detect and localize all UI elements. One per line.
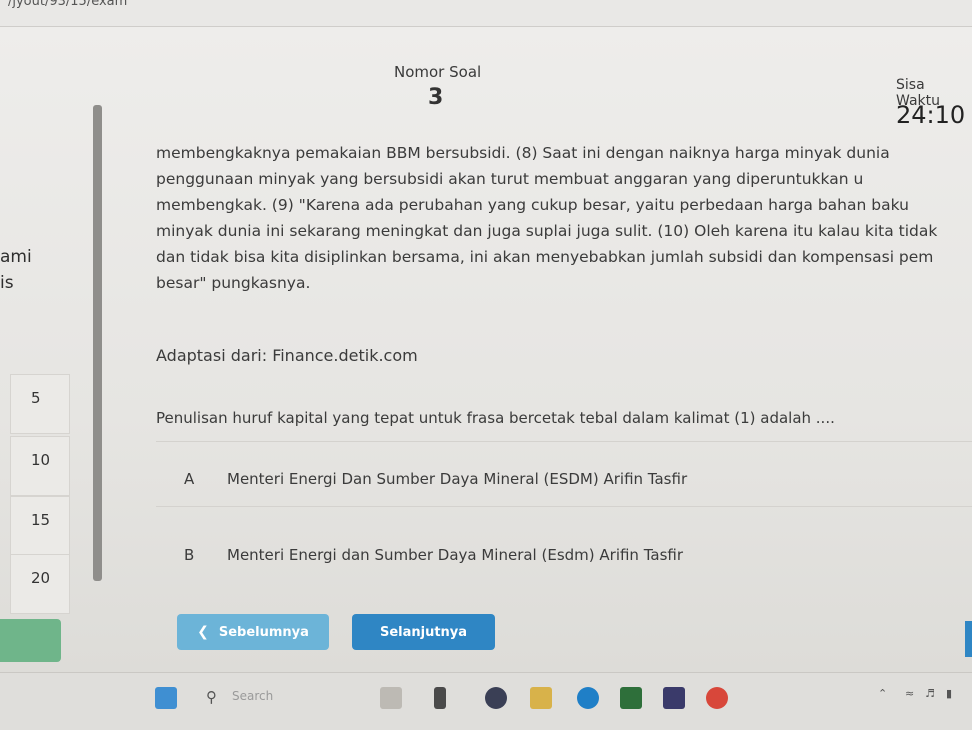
question-nav-number: 20 (31, 569, 51, 587)
divider (156, 441, 972, 442)
previous-button[interactable]: ❮ Sebelumnya (177, 614, 329, 650)
battery-icon[interactable]: ▮ (946, 687, 952, 700)
question-nav-number: 10 (31, 451, 51, 469)
passage-line: dan tidak bisa kita disiplinkan bersama,… (156, 248, 934, 266)
chevron-left-icon: ❮ (197, 624, 209, 640)
wifi-icon[interactable]: ≈ (905, 687, 914, 700)
taskbar-search-input[interactable]: Search (232, 689, 273, 703)
store-icon[interactable] (620, 687, 642, 709)
left-panel-cut-text: ami (0, 247, 32, 267)
start-menu-icon[interactable] (155, 687, 177, 709)
browser-address-bar[interactable]: /jyout/93/15/exam (0, 0, 972, 27)
question-number-label: Nomor Soal (394, 63, 482, 81)
time-remaining-value: 24:10 (896, 101, 966, 129)
exam-page: Nomor Soal 3 Sisa Waktu 24:10 membengkak… (0, 27, 972, 672)
question-nav-item-15[interactable]: 15 (10, 496, 70, 556)
reading-passage: membengkaknya pemakaian BBM bersubsidi. … (156, 140, 972, 296)
right-edge-button[interactable] (965, 621, 972, 657)
question-nav-item-10[interactable]: 10 (10, 436, 70, 496)
tray-chevron-icon[interactable]: ⌃ (878, 687, 887, 700)
chrome-icon[interactable] (706, 687, 728, 709)
option-letter: A (184, 470, 195, 488)
previous-button-label: Sebelumnya (218, 624, 309, 640)
edge-browser-icon[interactable] (577, 687, 599, 709)
left-panel-cut-text: is (0, 273, 14, 293)
app-icon[interactable] (663, 687, 685, 709)
url-text: /jyout/93/15/exam (8, 0, 128, 9)
passage-source: Adaptasi dari: Finance.detik.com (156, 346, 418, 365)
task-view-icon[interactable] (434, 687, 446, 709)
option-text: Menteri Energi dan Sumber Daya Mineral (… (227, 546, 684, 564)
option-text: Menteri Energi Dan Sumber Daya Mineral (… (227, 470, 688, 488)
volume-icon[interactable]: ♬ (925, 687, 935, 700)
question-nav-item-5[interactable]: 5 (10, 374, 70, 434)
passage-line: minyak dunia ini sekarang meningkat dan … (156, 222, 938, 240)
widgets-icon[interactable] (380, 687, 402, 709)
passage-line: besar" pungkasnya. (156, 274, 311, 292)
passage-line: membengkaknya pemakaian BBM bersubsidi. … (156, 144, 890, 162)
option-letter: B (184, 546, 195, 564)
search-icon: ⚲ (206, 688, 217, 706)
file-explorer-icon[interactable] (530, 687, 552, 709)
passage-line: penggunaan minyak yang bersubsidi akan t… (156, 170, 864, 188)
question-number-value: 3 (428, 85, 444, 110)
content-scrollbar[interactable] (93, 105, 102, 581)
green-status-block[interactable] (0, 619, 61, 662)
next-button[interactable]: Selanjutnya (352, 614, 495, 650)
chat-icon[interactable] (485, 687, 507, 709)
divider (156, 506, 972, 507)
question-nav-item-20[interactable]: 20 (10, 554, 70, 614)
question-nav-number: 5 (31, 389, 41, 407)
taskbar-search-box[interactable]: ⚲ Search (200, 685, 360, 711)
question-nav-number: 15 (31, 511, 51, 529)
windows-taskbar: ⚲ Search ⌃ ≈ ♬ ▮ (0, 672, 972, 730)
question-text: Penulisan huruf kapital yang tepat untuk… (156, 409, 835, 427)
next-button-label: Selanjutnya (379, 624, 468, 640)
passage-line: membengkak. (9) "Karena ada perubahan ya… (156, 196, 909, 214)
